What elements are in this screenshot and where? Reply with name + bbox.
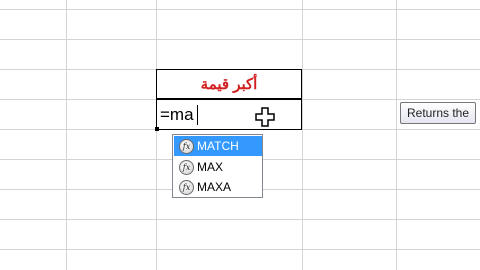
- function-autocomplete-list[interactable]: fx MATCH fx MAX fx MAXA: [172, 134, 263, 198]
- function-tooltip-text: Returns the: [407, 106, 470, 120]
- column-divider: [396, 0, 397, 270]
- row-divider: [0, 219, 480, 220]
- row-divider: [0, 249, 480, 250]
- active-cell-editor[interactable]: =ma: [156, 99, 302, 130]
- column-divider: [302, 0, 303, 270]
- row-divider: [0, 9, 480, 10]
- cell-cursor-icon: [255, 107, 275, 127]
- fill-handle[interactable]: [155, 127, 159, 131]
- header-cell-text: أكبر قيمة: [200, 76, 258, 93]
- formula-text: =ma: [160, 105, 194, 124]
- function-icon: fx: [179, 138, 194, 154]
- column-divider: [66, 0, 67, 270]
- row-divider: [0, 39, 480, 40]
- autocomplete-item-match[interactable]: fx MATCH: [174, 136, 262, 156]
- autocomplete-item-label: MATCH: [197, 139, 239, 153]
- column-divider: [156, 0, 157, 270]
- autocomplete-item-label: MAXA: [197, 180, 232, 194]
- function-tooltip: Returns the: [400, 102, 477, 124]
- function-icon: fx: [179, 159, 194, 175]
- header-cell[interactable]: أكبر قيمة: [156, 69, 302, 99]
- function-icon: fx: [179, 179, 194, 195]
- autocomplete-item-label: MAX: [197, 160, 224, 174]
- text-caret: [197, 105, 198, 125]
- autocomplete-item-max[interactable]: fx MAX: [174, 157, 262, 177]
- autocomplete-item-maxa[interactable]: fx MAXA: [174, 177, 262, 197]
